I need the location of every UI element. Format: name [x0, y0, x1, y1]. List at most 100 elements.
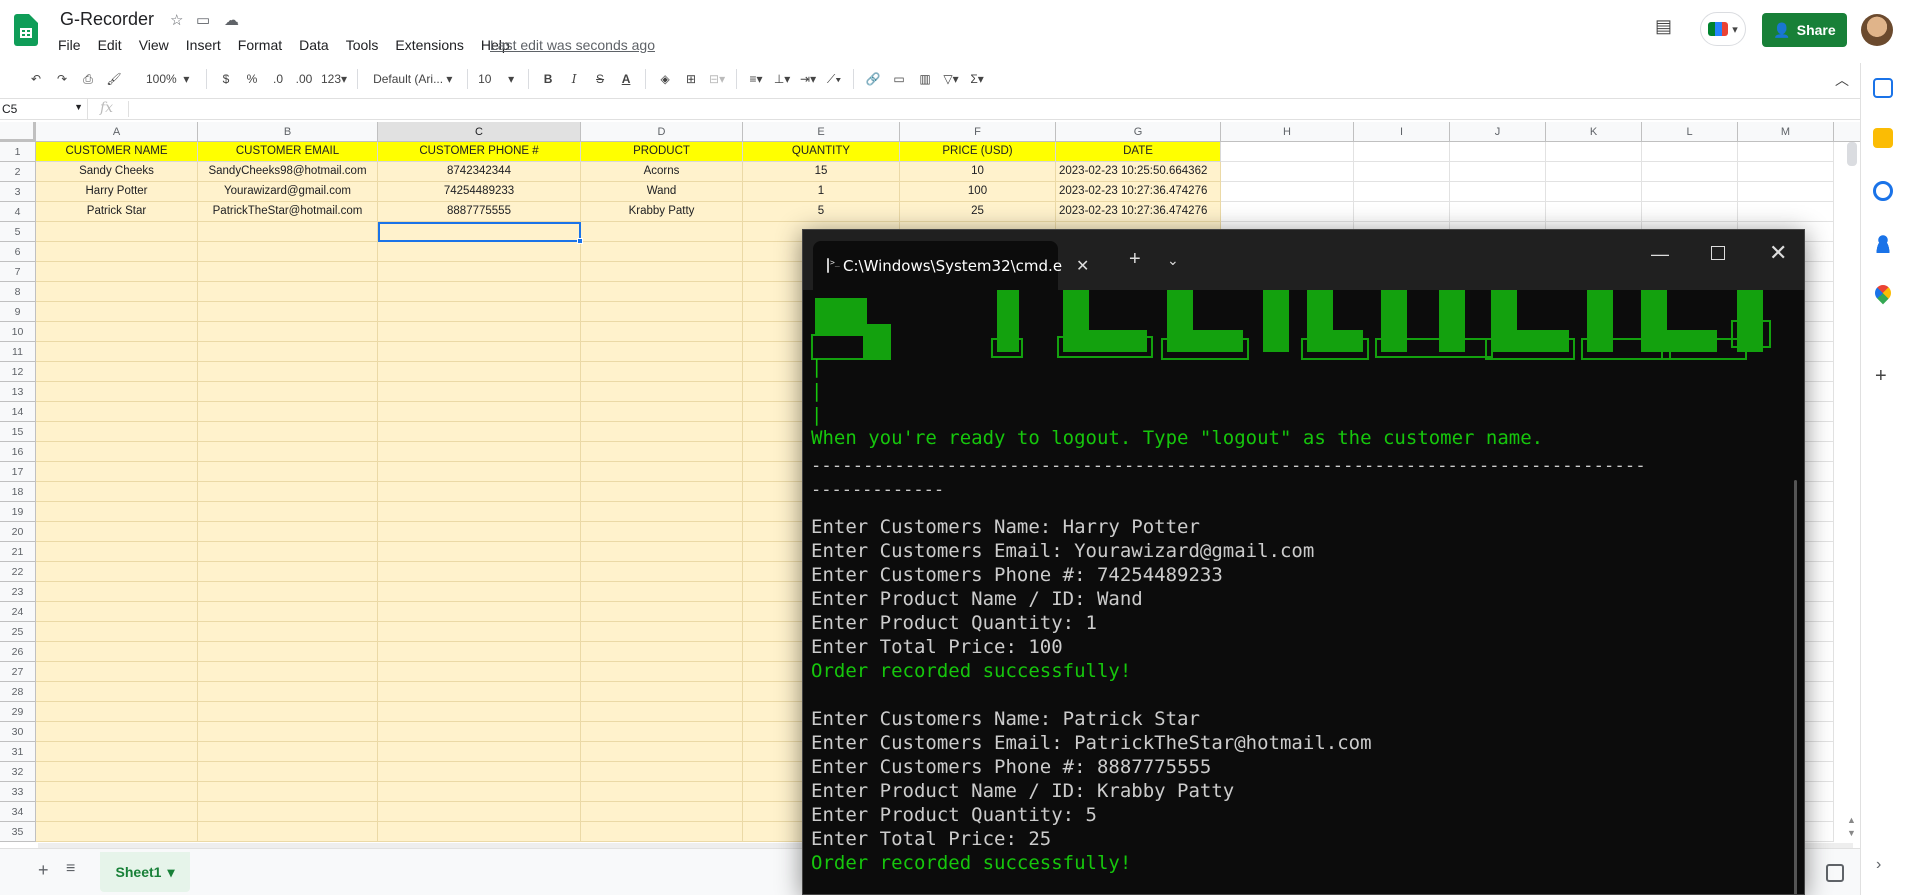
data-cell[interactable]: Krabby Patty	[581, 202, 743, 222]
row-header[interactable]: 20	[0, 522, 36, 542]
empty-cell[interactable]	[198, 342, 378, 362]
empty-cell[interactable]	[36, 702, 198, 722]
empty-cell[interactable]	[1546, 202, 1642, 222]
empty-cell[interactable]	[378, 622, 581, 642]
empty-cell[interactable]	[1221, 142, 1354, 162]
empty-cell[interactable]	[198, 762, 378, 782]
empty-cell[interactable]	[36, 402, 198, 422]
empty-cell[interactable]	[1642, 182, 1738, 202]
terminal-titlebar[interactable]: C:\Windows\System32\cmd.e ✕ + ⌄ — ✕	[803, 230, 1804, 290]
minimize-icon[interactable]: —	[1651, 244, 1669, 265]
empty-cell[interactable]	[581, 222, 743, 242]
data-cell[interactable]: PatrickTheStar@hotmail.com	[198, 202, 378, 222]
empty-cell[interactable]	[198, 622, 378, 642]
empty-cell[interactable]	[581, 342, 743, 362]
comment-history-icon[interactable]: ▤	[1655, 16, 1672, 37]
row-header[interactable]: 23	[0, 582, 36, 602]
menu-extensions[interactable]: Extensions	[395, 37, 472, 53]
empty-cell[interactable]	[581, 722, 743, 742]
empty-cell[interactable]	[378, 362, 581, 382]
terminal-scrollbar[interactable]	[1794, 480, 1797, 894]
row-header[interactable]: 1	[0, 142, 36, 162]
chevron-down-icon[interactable]: ⌄	[1167, 252, 1179, 269]
data-cell[interactable]: Wand	[581, 182, 743, 202]
empty-cell[interactable]	[36, 602, 198, 622]
empty-cell[interactable]	[378, 642, 581, 662]
increase-decimal-button[interactable]: .00	[292, 66, 316, 92]
maximize-icon[interactable]	[1711, 246, 1725, 260]
empty-cell[interactable]	[581, 442, 743, 462]
empty-cell[interactable]	[378, 422, 581, 442]
empty-cell[interactable]	[36, 562, 198, 582]
empty-cell[interactable]	[581, 642, 743, 662]
insert-link-icon[interactable]: 🔗	[861, 66, 885, 92]
italic-icon[interactable]: I	[562, 66, 586, 92]
empty-cell[interactable]	[198, 782, 378, 802]
row-header[interactable]: 10	[0, 322, 36, 342]
empty-cell[interactable]	[1546, 182, 1642, 202]
sheets-logo-icon[interactable]	[14, 14, 38, 46]
row-header[interactable]: 5	[0, 222, 36, 242]
empty-cell[interactable]	[1354, 142, 1450, 162]
empty-cell[interactable]	[198, 722, 378, 742]
empty-cell[interactable]	[198, 562, 378, 582]
data-cell[interactable]: 15	[743, 162, 900, 182]
empty-cell[interactable]	[378, 562, 581, 582]
header-cell[interactable]: DATE	[1056, 142, 1221, 162]
column-header-m[interactable]: M	[1738, 122, 1834, 142]
data-cell[interactable]: 74254489233	[378, 182, 581, 202]
empty-cell[interactable]	[378, 522, 581, 542]
header-cell[interactable]: PRODUCT	[581, 142, 743, 162]
avatar[interactable]	[1861, 14, 1893, 46]
empty-cell[interactable]	[378, 402, 581, 422]
empty-cell[interactable]	[581, 662, 743, 682]
move-folder-icon[interactable]: ▭	[196, 11, 210, 29]
document-title[interactable]: G-Recorder	[60, 9, 154, 30]
row-header[interactable]: 22	[0, 562, 36, 582]
vertical-scrollbar[interactable]	[1847, 142, 1857, 166]
row-header[interactable]: 6	[0, 242, 36, 262]
empty-cell[interactable]	[378, 742, 581, 762]
empty-cell[interactable]	[36, 782, 198, 802]
sheet-tab[interactable]: Sheet1 ▾	[100, 852, 190, 892]
empty-cell[interactable]	[1642, 142, 1738, 162]
empty-cell[interactable]	[198, 302, 378, 322]
terminal-tab[interactable]: C:\Windows\System32\cmd.e ✕	[813, 241, 1089, 290]
empty-cell[interactable]	[378, 462, 581, 482]
terminal-window[interactable]: C:\Windows\System32\cmd.e ✕ + ⌄ — ✕ | | …	[802, 229, 1805, 895]
empty-cell[interactable]	[581, 582, 743, 602]
row-header[interactable]: 7	[0, 262, 36, 282]
collapse-menus-icon[interactable]: ︿	[1835, 70, 1849, 90]
tasks-icon[interactable]	[1873, 181, 1893, 201]
empty-cell[interactable]	[198, 262, 378, 282]
column-header-a[interactable]: A	[36, 122, 198, 142]
empty-cell[interactable]	[378, 322, 581, 342]
data-cell[interactable]: SandyCheeks98@hotmail.com	[198, 162, 378, 182]
scroll-up-icon[interactable]: ▲	[1847, 815, 1856, 825]
empty-cell[interactable]	[378, 482, 581, 502]
empty-cell[interactable]	[36, 222, 198, 242]
data-cell[interactable]: 10	[900, 162, 1056, 182]
empty-cell[interactable]	[1221, 182, 1354, 202]
empty-cell[interactable]	[1450, 182, 1546, 202]
empty-cell[interactable]	[198, 482, 378, 502]
empty-cell[interactable]	[198, 802, 378, 822]
row-header[interactable]: 14	[0, 402, 36, 422]
empty-cell[interactable]	[581, 802, 743, 822]
empty-cell[interactable]	[36, 442, 198, 462]
row-header[interactable]: 25	[0, 622, 36, 642]
column-header-l[interactable]: L	[1642, 122, 1738, 142]
filter-icon[interactable]: ▽▾	[939, 66, 963, 92]
fill-color-icon[interactable]: ◈	[653, 66, 677, 92]
empty-cell[interactable]	[36, 762, 198, 782]
empty-cell[interactable]	[36, 382, 198, 402]
empty-cell[interactable]	[198, 542, 378, 562]
row-header[interactable]: 26	[0, 642, 36, 662]
empty-cell[interactable]	[581, 702, 743, 722]
row-header[interactable]: 17	[0, 462, 36, 482]
strikethrough-icon[interactable]: S	[588, 66, 612, 92]
empty-cell[interactable]	[1738, 162, 1834, 182]
empty-cell[interactable]	[198, 322, 378, 342]
empty-cell[interactable]	[581, 562, 743, 582]
empty-cell[interactable]	[36, 422, 198, 442]
